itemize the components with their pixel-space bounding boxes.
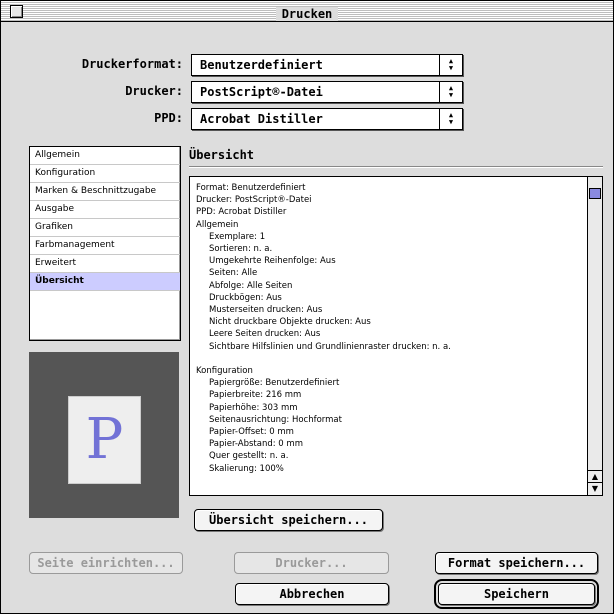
page-setup-button[interactable]: Seite einrichten... — [29, 552, 183, 574]
preview-page: P — [68, 396, 141, 484]
summary-line: Skalierung: 100% — [209, 463, 284, 474]
sidebar-item-konfiguration[interactable]: Konfiguration — [30, 165, 180, 183]
vertical-scrollbar[interactable]: ▲ ▼ — [587, 177, 602, 495]
scroll-down-arrow-icon[interactable]: ▼ — [588, 482, 602, 495]
summary-spacer — [196, 353, 586, 365]
ppd-value: Acrobat Distiller — [200, 112, 323, 126]
druckerformat-popup[interactable]: Benutzerdefiniert ▲ ▼ — [191, 54, 463, 76]
preview-glyph: P — [85, 407, 124, 472]
popup-arrows-icon: ▲ ▼ — [439, 109, 462, 129]
sidebar-item-grafiken[interactable]: Grafiken — [30, 219, 180, 237]
summary-line: Nicht druckbare Objekte drucken: Aus — [209, 317, 371, 328]
summary-line: Quer gestellt: n. a. — [209, 451, 289, 462]
summary-line: Musterseiten drucken: Aus — [209, 305, 323, 316]
title-bar[interactable]: Drucken — [1, 1, 613, 22]
save-format-button[interactable]: Format speichern... — [435, 552, 598, 574]
sidebar-item-marken-beschnittzugabe[interactable]: Marken & Beschnittzugabe — [30, 183, 180, 201]
drucker-popup[interactable]: PostScript®-Datei ▲ ▼ — [191, 81, 463, 103]
sidebar-item-ausgabe[interactable]: Ausgabe — [30, 201, 180, 219]
summary-line: Papier-Abstand: 0 mm — [209, 439, 303, 450]
summary-line: Format: Benutzerdefiniert — [196, 183, 306, 193]
summary-heading: Konfiguration — [196, 366, 253, 377]
popup-arrows-icon: ▲ ▼ — [439, 82, 462, 102]
category-list[interactable]: Allgemein Konfiguration Marken & Beschni… — [29, 146, 181, 341]
summary-line: Papierbreite: 216 mm — [209, 390, 302, 401]
summary-line: Leere Seiten drucken: Aus — [209, 329, 321, 340]
sidebar-item-erweitert[interactable]: Erweitert — [30, 255, 180, 273]
druckerformat-value: Benutzerdefiniert — [200, 58, 323, 72]
summary-line: Sortieren: n. a. — [209, 244, 273, 255]
section-title: Übersicht — [189, 148, 255, 162]
summary-line: Sichtbare Hilfslinien und Grundlinienras… — [209, 341, 451, 352]
sidebar-item-allgemein[interactable]: Allgemein — [30, 147, 180, 165]
summary-line: Umgekehrte Reihenfolge: Aus — [209, 256, 336, 267]
summary-line: Papiergröße: Benutzerdefiniert — [209, 378, 340, 389]
summary-line: Abfolge: Alle Seiten — [209, 280, 293, 291]
summary-line: Papier-Offset: 0 mm — [209, 427, 294, 438]
summary-line: Seitenausrichtung: Hochformat — [209, 414, 342, 425]
print-dialog-window: Drucken Druckerformat: Benutzerdefiniert… — [0, 0, 614, 614]
ppd-popup[interactable]: Acrobat Distiller ▲ ▼ — [191, 108, 463, 130]
save-summary-button[interactable]: Übersicht speichern... — [194, 509, 383, 531]
summary-line: Seiten: Alle — [209, 268, 258, 279]
sidebar-item-farbmanagement[interactable]: Farbmanagement — [30, 237, 180, 255]
popup-arrows-icon: ▲ ▼ — [439, 55, 462, 75]
drucker-label: Drucker: — [125, 84, 183, 98]
window-title: Drucken — [275, 7, 339, 21]
summary-line: Drucker: PostScript®-Datei — [196, 195, 312, 206]
scroll-thumb[interactable] — [589, 188, 601, 199]
page-preview: P — [29, 352, 179, 518]
summary-line: Druckbögen: Aus — [209, 292, 282, 303]
section-divider — [189, 166, 603, 168]
ppd-label: PPD: — [154, 111, 183, 125]
summary-line: Papierhöhe: 303 mm — [209, 402, 298, 413]
sidebar-item-uebersicht[interactable]: Übersicht — [30, 273, 180, 291]
save-button[interactable]: Speichern — [434, 579, 599, 609]
cancel-button[interactable]: Abbrechen — [235, 583, 389, 605]
summary-line: PPD: Acrobat Distiller — [196, 207, 287, 218]
druckerformat-label: Druckerformat: — [81, 57, 183, 71]
summary-heading: Allgemein — [196, 219, 239, 230]
summary-line: Exemplare: 1 — [209, 231, 266, 242]
drucker-value: PostScript®-Datei — [200, 85, 323, 99]
printer-button[interactable]: Drucker... — [234, 552, 389, 574]
summary-textbox[interactable]: Format: Benutzerdefiniert Drucker: PostS… — [189, 176, 603, 496]
